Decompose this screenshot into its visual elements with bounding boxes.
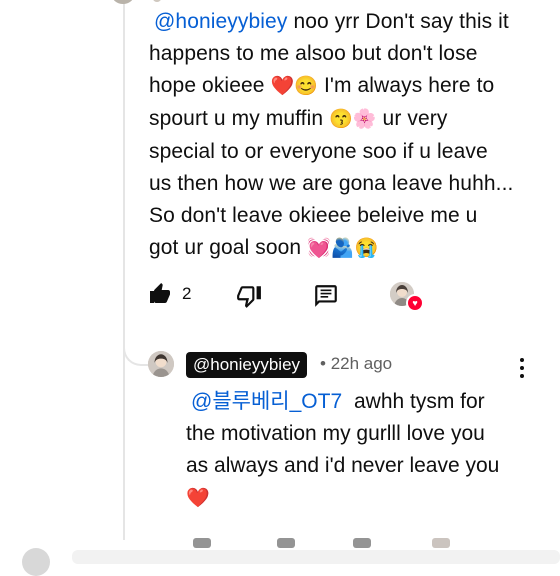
top-item-peek [152,0,162,2]
comment-actions: 2 [148,282,191,306]
add-reply-input[interactable] [72,550,560,564]
heart-emoji: ❤️ [186,488,210,509]
thread-connector [123,322,149,366]
reply-author-chip[interactable]: @honieyybiey [186,352,308,378]
like-count: 2 [182,284,192,303]
user-avatar [22,548,50,576]
thumbs-up-icon [148,282,172,306]
avatar-image [148,351,174,377]
thread-line [123,0,125,540]
creator-heart-icon: ♥ [406,294,424,312]
next-like-icon-peek [193,538,211,548]
comment-reply-icon [313,283,339,309]
more-vert-icon[interactable] [516,358,528,380]
comment-mention[interactable]: @honieyybiey [154,10,287,33]
thumbs-down-icon [236,283,262,309]
top-avatar-peek [112,0,134,4]
reply-mention[interactable]: @블루베리_OT7 [191,390,342,413]
separator-dot: • [320,354,326,373]
next-dislike-icon-peek [277,538,295,548]
reply-avatar[interactable] [148,351,174,377]
reply-button[interactable] [313,283,339,309]
next-avatar-peek [432,538,450,548]
dislike-button[interactable] [236,283,262,309]
reply-timestamp: • 22h ago [320,354,393,373]
heart-smile-emoji: ❤️😊 [270,76,318,97]
comment-text: @honieyybiey noo yrr Don't say this it ha… [149,10,514,259]
kiss-blossom-emoji: 😙🌸 [329,109,377,130]
heart-hug-cry-emoji: 💓🫂😭 [307,238,379,259]
next-reply-icon-peek [353,538,371,548]
reply-text: @블루베리_OT7 awhh tysm for the motivation m… [186,390,500,509]
like-button[interactable]: 2 [148,282,191,306]
